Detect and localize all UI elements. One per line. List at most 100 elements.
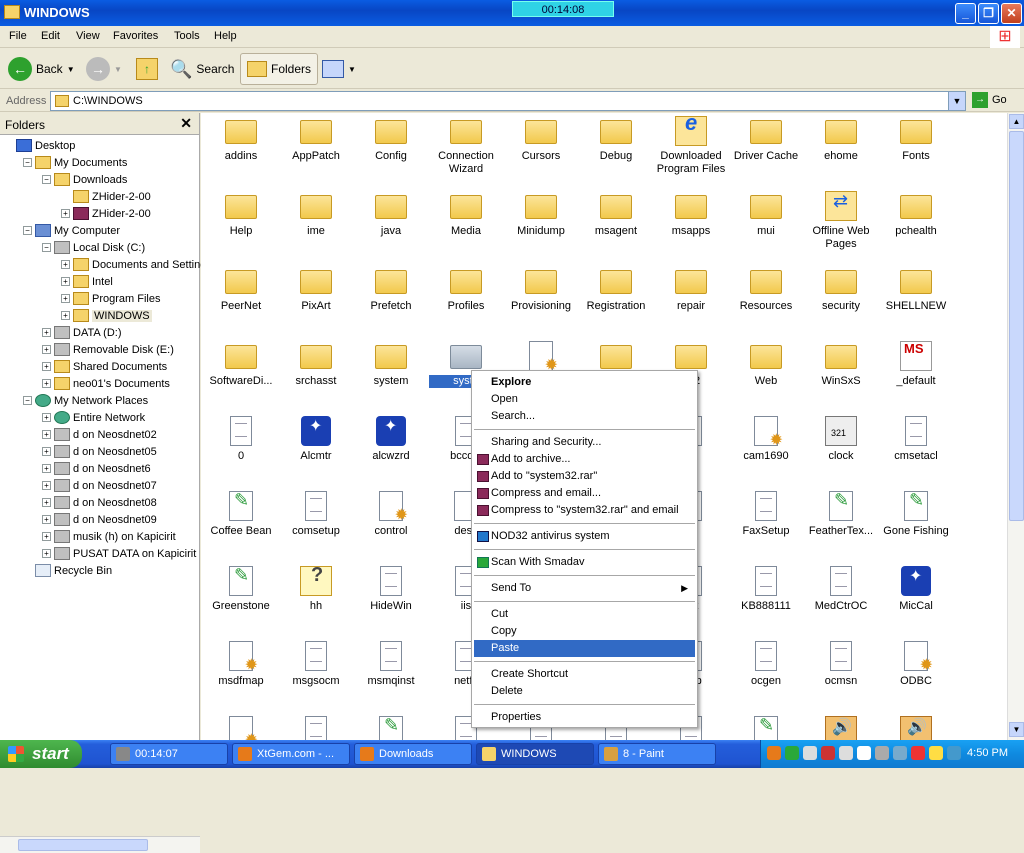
file-item[interactable]: Debug [579,116,653,163]
expand-icon[interactable]: + [42,464,51,473]
vertical-scrollbar[interactable]: ▲ ▼ [1007,113,1024,740]
file-item[interactable]: security [804,266,878,313]
expand-icon[interactable]: + [42,498,51,507]
file-item[interactable]: Coffee Bean [204,491,278,538]
collapse-icon[interactable]: − [23,396,32,405]
close-panel-button[interactable]: ✕ [180,115,192,132]
tree-item[interactable]: − Downloads [42,171,127,188]
expand-icon[interactable]: + [42,430,51,439]
file-item[interactable]: msagent [579,191,653,238]
file-item[interactable]: Registration [579,266,653,313]
tree-item[interactable]: Desktop [4,137,75,154]
tray-icon[interactable] [929,746,943,760]
file-item[interactable] [204,716,278,740]
scroll-up-button[interactable]: ▲ [1009,114,1024,129]
tray-icon[interactable] [767,746,781,760]
context-menu-item[interactable]: Add to "system32.rar" [474,468,695,485]
expand-icon[interactable]: + [61,294,70,303]
file-item[interactable]: Gone Fishing [879,491,953,538]
expand-icon[interactable]: + [61,277,70,286]
file-item[interactable]: msapps [654,191,728,238]
menu-file[interactable]: File [9,30,27,42]
file-item[interactable]: Help [204,191,278,238]
tree-item[interactable]: + d on Neosdnet05 [42,443,157,460]
collapse-icon[interactable]: − [42,175,51,184]
tray-icon[interactable] [785,746,799,760]
tree-item[interactable]: + DATA (D:) [42,324,121,341]
file-item[interactable] [879,716,953,740]
expand-icon[interactable]: + [42,328,51,337]
context-menu-item[interactable]: Create Shortcut [474,666,695,683]
folders-button[interactable]: Folders [240,53,319,85]
file-item[interactable]: SHELLNEW [879,266,953,313]
file-item[interactable]: comsetup [279,491,353,538]
context-menu-item[interactable]: Explore [474,374,695,391]
file-item[interactable]: Cursors [504,116,578,163]
context-menu-item[interactable]: Delete [474,683,695,700]
tray-icon[interactable] [947,746,961,760]
context-menu-item[interactable]: Send To ▶ [474,580,695,597]
tree-item[interactable]: + WINDOWS [61,307,152,324]
network-icon[interactable] [893,746,907,760]
horizontal-scrollbar[interactable] [0,836,200,853]
context-menu-item[interactable]: NOD32 antivirus system [474,528,695,545]
forward-button[interactable]: → ▼ [86,53,122,85]
file-item[interactable]: AppPatch [279,116,353,163]
tray-icon[interactable] [875,746,889,760]
file-item[interactable]: KB888111 [729,566,803,613]
file-item[interactable]: Provisioning [504,266,578,313]
tree-item[interactable]: − My Documents [23,154,127,171]
file-item[interactable]: hh [279,566,353,613]
expand-icon[interactable]: + [42,345,51,354]
expand-icon[interactable]: + [42,481,51,490]
file-item[interactable]: msgsocm [279,641,353,688]
file-item[interactable] [354,716,428,740]
file-item[interactable]: Greenstone [204,566,278,613]
close-button[interactable]: ✕ [1001,3,1022,24]
menu-edit[interactable]: Edit [41,30,60,42]
file-item[interactable]: cmsetacl [879,416,953,463]
tree-item[interactable]: + PUSAT DATA on Kapicirit [42,545,196,562]
context-menu-item[interactable]: Scan With Smadav [474,554,695,571]
tree-item[interactable]: − My Computer [23,222,120,239]
back-button[interactable]: ← Back ▼ [8,53,75,85]
tray-icon[interactable] [857,746,871,760]
tree-item[interactable]: + d on Neosdnet08 [42,494,157,511]
title-bar[interactable]: WINDOWS 00:14:08 _ ❐ ✕ [0,0,1024,26]
file-item[interactable]: Connection Wizard [429,116,503,176]
file-item[interactable]: pchealth [879,191,953,238]
context-menu-item[interactable]: Compress and email... [474,485,695,502]
tree-item[interactable]: − Local Disk (C:) [42,239,145,256]
taskbar-button[interactable]: 00:14:07 [110,743,228,765]
go-button[interactable]: → Go [972,92,1007,108]
address-dropdown-button[interactable]: ▼ [948,91,966,111]
file-item[interactable]: srchasst [279,341,353,388]
file-item[interactable]: Config [354,116,428,163]
file-item[interactable] [729,716,803,740]
file-item[interactable]: FaxSetup [729,491,803,538]
file-item[interactable] [804,716,878,740]
context-menu-item[interactable]: Search... [474,408,695,425]
search-button[interactable]: 🔍 Search [170,53,234,85]
tree-item[interactable]: + Entire Network [42,409,145,426]
file-item[interactable]: Media [429,191,503,238]
file-item[interactable]: system [354,341,428,388]
context-menu-item[interactable]: Compress to "system32.rar" and email [474,502,695,519]
file-item[interactable]: Web [729,341,803,388]
file-item[interactable]: ODBC [879,641,953,688]
tree-item[interactable]: ZHider-2-00 [61,188,151,205]
tree-item[interactable]: + d on Neosdnet02 [42,426,157,443]
file-item[interactable]: java [354,191,428,238]
shield-icon[interactable] [821,746,835,760]
file-item[interactable]: PeerNet [204,266,278,313]
context-menu-item[interactable]: Add to archive... [474,451,695,468]
file-item[interactable]: Prefetch [354,266,428,313]
file-item[interactable]: alcwzrd [354,416,428,463]
file-item[interactable]: cam1690 [729,416,803,463]
file-item[interactable]: Downloaded Program Files [654,116,728,176]
file-item[interactable]: ime [279,191,353,238]
taskbar-button[interactable]: XtGem.com - ... [232,743,350,765]
file-item[interactable]: MedCtrOC [804,566,878,613]
tree-item[interactable]: + ZHider-2-00 [61,205,151,222]
file-item[interactable]: _default [879,341,953,388]
